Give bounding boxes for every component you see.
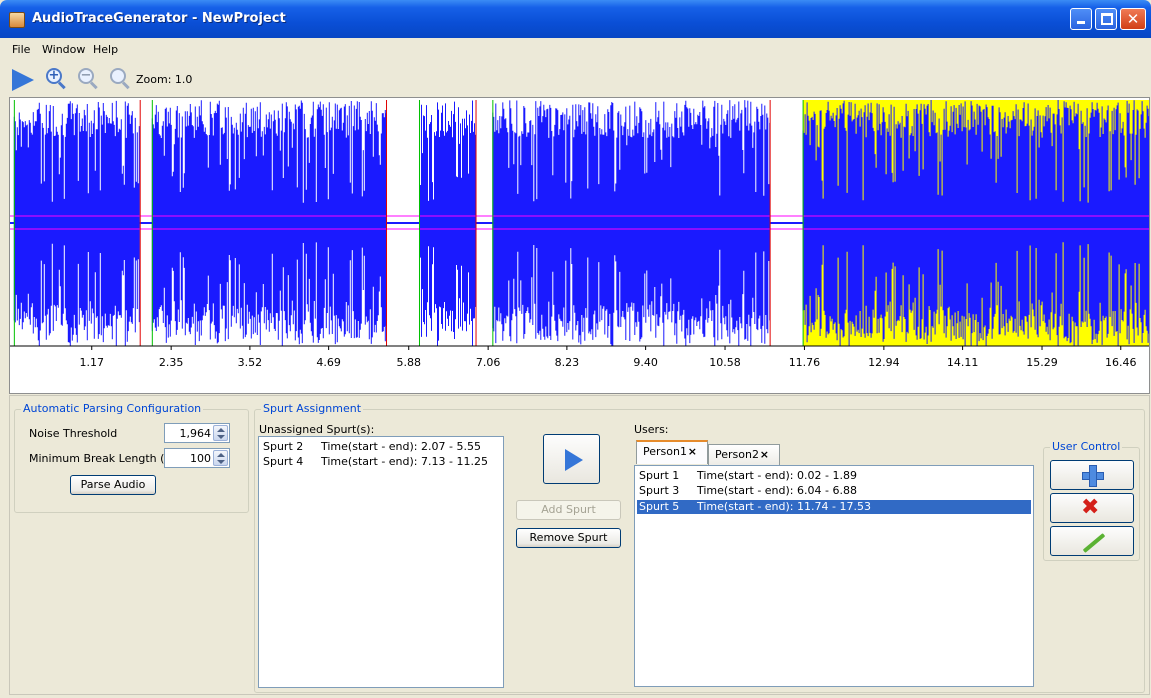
time-tick-label: 4.69 bbox=[316, 356, 341, 369]
waveform-segment bbox=[151, 100, 387, 346]
zoom-in-icon[interactable]: + bbox=[46, 68, 66, 90]
users-label: Users: bbox=[634, 423, 669, 436]
tab-person2[interactable]: Person2 × bbox=[708, 444, 780, 466]
waveform-path bbox=[802, 100, 1149, 346]
maximize-icon bbox=[1101, 13, 1113, 25]
delete-icon: ✖ bbox=[1081, 495, 1100, 520]
min-break-spinner[interactable]: 100 bbox=[164, 448, 230, 468]
spinner-arrows-icon[interactable] bbox=[213, 450, 228, 466]
close-button[interactable]: ✕ bbox=[1120, 8, 1146, 30]
time-tick-label: 14.11 bbox=[947, 356, 979, 369]
play-icon bbox=[565, 449, 583, 471]
waveform-segment bbox=[802, 100, 1149, 346]
zoom-label: Zoom: 1.0 bbox=[136, 73, 193, 86]
time-tick-label: 11.76 bbox=[789, 356, 821, 369]
parse-audio-button[interactable]: Parse Audio bbox=[70, 475, 156, 495]
waveform-segment bbox=[492, 100, 771, 346]
time-tick-label: 10.58 bbox=[709, 356, 741, 369]
time-tick-label: 12.94 bbox=[868, 356, 900, 369]
time-tick-label: 2.35 bbox=[159, 356, 184, 369]
time-tick-label: 3.52 bbox=[238, 356, 263, 369]
list-item-selected[interactable]: Spurt 5 Time(start - end): 11.74 - 17.53 bbox=[636, 499, 1032, 515]
zoom-reset-icon[interactable] bbox=[110, 68, 130, 90]
time-tick-label: 5.88 bbox=[396, 356, 421, 369]
edit-user-button[interactable] bbox=[1050, 526, 1134, 556]
user-control-title: User Control bbox=[1050, 440, 1123, 453]
waveform-path bbox=[151, 100, 387, 346]
unassigned-label: Unassigned Spurt(s): bbox=[259, 423, 375, 436]
zoom-out-icon[interactable]: − bbox=[78, 68, 98, 90]
waveform-canvas[interactable]: 1.17 2.35 3.52 4.69 5.88 7.06 8.23 9.40 10.58 11.… bbox=[10, 98, 1149, 393]
remove-spurt-button[interactable]: Remove Spurt bbox=[516, 528, 621, 548]
play-spurt-button[interactable] bbox=[543, 434, 600, 484]
noise-threshold-value[interactable]: 1,964 bbox=[180, 427, 212, 440]
add-spurt-button[interactable]: Add Spurt bbox=[516, 500, 621, 520]
menu-file[interactable]: File bbox=[12, 43, 30, 56]
time-tick-label: 15.29 bbox=[1026, 356, 1058, 369]
list-item[interactable]: Spurt 3 Time(start - end): 6.04 - 6.88 bbox=[637, 484, 1031, 498]
close-tab-icon[interactable]: × bbox=[688, 442, 697, 462]
assigned-list[interactable]: Spurt 1 Time(start - end): 0.02 - 1.89 S… bbox=[634, 465, 1034, 687]
pencil-icon bbox=[1082, 533, 1106, 553]
window-title: AudioTraceGenerator - NewProject bbox=[32, 11, 286, 26]
time-tick-label: 1.17 bbox=[79, 356, 104, 369]
menu-bar: File Window Help bbox=[0, 38, 1151, 60]
min-break-value[interactable]: 100 bbox=[190, 452, 211, 465]
title-bar: AudioTraceGenerator - NewProject ✕ bbox=[0, 0, 1151, 38]
minimize-icon bbox=[1077, 21, 1085, 24]
time-tick-label: 7.06 bbox=[476, 356, 501, 369]
time-tick-label: 9.40 bbox=[633, 356, 658, 369]
spurt-assignment-title: Spurt Assignment bbox=[261, 402, 364, 415]
time-tick-label: 16.46 bbox=[1105, 356, 1137, 369]
min-break-label: Minimum Break Length (ms) bbox=[29, 452, 186, 465]
noise-threshold-spinner[interactable]: 1,964 bbox=[164, 423, 230, 443]
close-icon: ✕ bbox=[1126, 10, 1140, 28]
waveform-path bbox=[13, 100, 140, 346]
waveform-segment bbox=[13, 100, 140, 346]
remove-user-button[interactable]: ✖ bbox=[1050, 493, 1134, 523]
play-icon[interactable] bbox=[12, 69, 34, 91]
maximize-button[interactable] bbox=[1095, 8, 1117, 30]
unassigned-list[interactable]: Spurt 2 Time(start - end): 2.07 - 5.55 S… bbox=[258, 436, 504, 688]
waveform-panel[interactable]: 1.17 2.35 3.52 4.69 5.88 7.06 8.23 9.40 10.58 11.… bbox=[9, 97, 1150, 394]
list-item[interactable]: Spurt 2 Time(start - end): 2.07 - 5.55 bbox=[261, 440, 501, 454]
time-tick-label: 8.23 bbox=[555, 356, 580, 369]
minimize-button[interactable] bbox=[1070, 8, 1092, 30]
noise-threshold-label: Noise Threshold bbox=[29, 427, 118, 440]
close-tab-icon[interactable]: × bbox=[760, 445, 769, 465]
list-item[interactable]: Spurt 4 Time(start - end): 7.13 - 11.25 bbox=[261, 455, 501, 469]
spinner-arrows-icon[interactable] bbox=[213, 425, 228, 441]
list-item[interactable]: Spurt 1 Time(start - end): 0.02 - 1.89 bbox=[637, 469, 1031, 483]
menu-window[interactable]: Window bbox=[42, 43, 85, 56]
waveform-segment bbox=[419, 100, 476, 346]
tab-person1[interactable]: Person1 × bbox=[636, 440, 708, 464]
toolbar: + − Zoom: 1.0 bbox=[0, 60, 1151, 96]
add-user-button[interactable] bbox=[1050, 460, 1134, 490]
waveform-path bbox=[492, 100, 771, 346]
menu-help[interactable]: Help bbox=[93, 43, 118, 56]
parsing-config-title: Automatic Parsing Configuration bbox=[21, 402, 204, 415]
app-icon bbox=[9, 12, 25, 28]
waveform-path bbox=[419, 100, 476, 346]
